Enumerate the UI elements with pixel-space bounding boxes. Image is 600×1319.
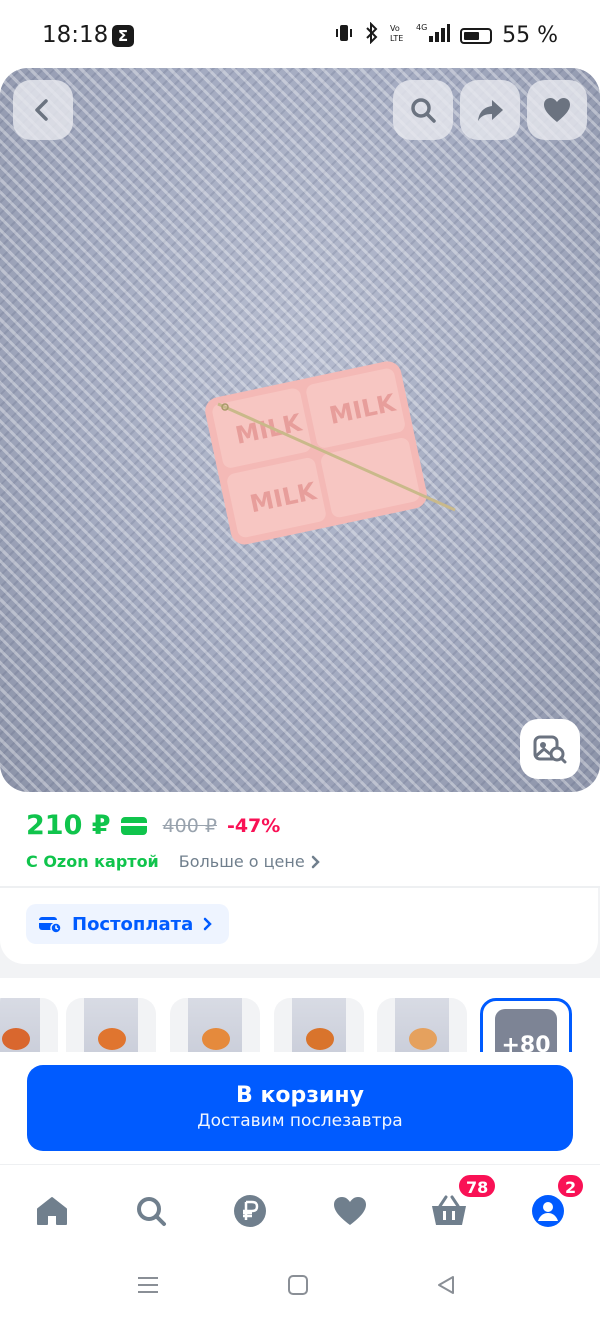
delivery-label: Доставим послезавтра — [197, 1111, 403, 1131]
more-about-price-link[interactable]: Больше о цене — [179, 852, 321, 871]
cart-area: В корзину Доставим послезавтра — [0, 1052, 600, 1164]
triangle-back-icon — [438, 1276, 454, 1294]
postpay-section: Постоплата — [0, 888, 600, 978]
battery-icon — [460, 27, 493, 44]
visual-search-button[interactable] — [520, 719, 580, 779]
volte-icon: Vo LTE — [390, 22, 406, 49]
profile-notification-badge: 2 — [556, 1173, 586, 1199]
thumbnail-figure — [98, 1028, 126, 1050]
app-notification-icon: Σ — [112, 25, 134, 47]
image-search-icon — [533, 735, 567, 764]
search-button[interactable] — [393, 80, 453, 140]
thumbnail[interactable] — [274, 998, 364, 1058]
more-about-price-label: Больше о цене — [178, 852, 305, 871]
battery-percent: 55 % — [502, 23, 558, 48]
postpay-badge[interactable]: Постоплата — [26, 904, 230, 944]
heart-icon — [334, 1197, 366, 1225]
price-old: 400 ₽ — [162, 814, 217, 837]
thumbnail-figure — [306, 1028, 334, 1050]
nav-home[interactable] — [22, 1187, 82, 1235]
svg-text:LTE: LTE — [390, 34, 403, 43]
thumbnail-figure — [409, 1028, 437, 1050]
card-clock-icon — [39, 917, 62, 934]
add-to-cart-label: В корзину — [236, 1083, 364, 1108]
price-discount: -47% — [226, 814, 281, 837]
chevron-right-icon — [311, 855, 320, 868]
vibrate-icon — [334, 23, 354, 48]
product-image[interactable]: MILK MILK MILK — [0, 68, 600, 792]
price-current: 210 ₽ — [26, 810, 111, 841]
nav-finance[interactable] — [220, 1187, 280, 1235]
thumbnail[interactable] — [170, 998, 260, 1058]
bluetooth-icon — [364, 21, 380, 49]
recent-apps-button[interactable] — [133, 1270, 163, 1300]
share-button[interactable] — [460, 80, 520, 140]
nav-cart[interactable]: 78 — [419, 1173, 498, 1235]
search-icon — [411, 98, 436, 123]
chevron-left-icon — [35, 99, 48, 121]
chevron-right-icon — [204, 917, 213, 931]
search-icon — [137, 1197, 166, 1226]
card-price-row: С Ozon картой Больше о цене — [26, 852, 321, 871]
nav-profile[interactable]: 2 — [518, 1173, 586, 1235]
product-thumbnails: +80 — [0, 978, 600, 1058]
thumbnail[interactable] — [66, 998, 156, 1058]
more-photos-count: +80 — [495, 1009, 557, 1058]
postpay-card: Постоплата — [0, 888, 598, 964]
home-system-button[interactable] — [283, 1270, 313, 1300]
status-bar: 18:18 Σ Vo LTE 4G 55 % — [0, 0, 600, 70]
basket-icon — [432, 1195, 466, 1225]
nav-search[interactable] — [121, 1187, 181, 1235]
product-photo: MILK MILK MILK — [205, 361, 456, 545]
svg-text:Vo: Vo — [390, 24, 400, 33]
bottom-nav: 78 2 — [0, 1164, 600, 1255]
back-button[interactable] — [13, 80, 73, 140]
signal-4g-icon: 4G — [416, 22, 451, 49]
thumbnail[interactable] — [0, 998, 58, 1058]
menu-lines-icon — [138, 1277, 158, 1293]
thumbnail-more[interactable]: +80 — [480, 998, 572, 1058]
status-indicators: Vo LTE 4G 55 % — [334, 21, 558, 49]
ozon-card-icon — [120, 816, 147, 835]
back-system-button[interactable] — [431, 1270, 461, 1300]
square-icon — [288, 1275, 308, 1295]
thumbnail[interactable] — [377, 998, 467, 1058]
nav-favorites[interactable] — [320, 1187, 380, 1235]
profile-icon — [532, 1195, 564, 1227]
add-to-cart-button[interactable]: В корзину Доставим послезавтра — [27, 1065, 573, 1151]
share-arrow-icon — [478, 100, 503, 121]
system-nav-bar — [0, 1254, 600, 1319]
svg-text:4G: 4G — [416, 23, 427, 32]
price-row: 210 ₽ 400 ₽ -47% — [26, 810, 280, 841]
favorite-button[interactable] — [527, 80, 587, 140]
ozon-card-label: С Ozon картой — [26, 852, 159, 871]
postpay-label: Постоплата — [72, 913, 194, 935]
status-time: 18:18 — [42, 22, 109, 48]
thumbnail-figure — [2, 1028, 30, 1050]
ruble-icon — [234, 1195, 266, 1227]
cart-count-badge: 78 — [457, 1173, 498, 1199]
thumbnail-figure — [202, 1028, 230, 1050]
heart-icon — [544, 98, 570, 122]
home-icon — [37, 1197, 67, 1225]
